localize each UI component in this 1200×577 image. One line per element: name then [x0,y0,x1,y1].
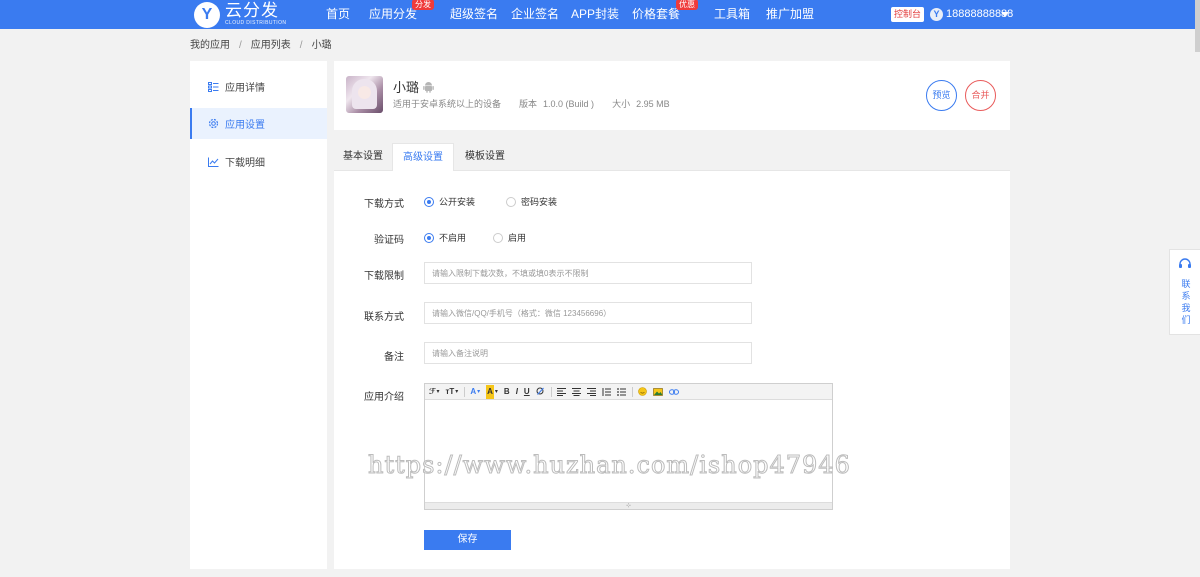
tab-template-settings[interactable]: 模板设置 [454,143,516,171]
text-color-button[interactable]: A ▾ [470,385,480,399]
chevron-down-icon[interactable] [1001,12,1009,17]
app-size-label: 大小 [612,99,631,109]
align-left-icon[interactable] [556,387,566,396]
sidebar-item-download-details[interactable]: 下载明细 [190,146,327,177]
clear-format-icon[interactable] [536,387,545,396]
brand-mark: Y [194,1,220,28]
contact-label: 联系方式 [364,312,404,323]
rich-text-editor: ℱ ▾ тT ▾ A ▾ A ▾ B I U ⊹ [424,383,833,510]
sidebar-item-app-details[interactable]: 应用详情 [190,71,327,102]
font-size-button[interactable]: тT ▾ [445,385,458,399]
nav-item-pricing[interactable]: 价格套餐 [632,0,680,29]
radio-captcha-enabled[interactable]: 启用 [493,231,526,244]
sidebar: 应用详情 应用设置 下载明细 [190,61,327,569]
merge-button[interactable]: 合并 [965,80,996,111]
radio-label: 启用 [508,233,527,243]
nav-item-super-signature[interactable]: 超级签名 [450,0,498,29]
app-icon [346,76,383,113]
emoji-icon[interactable] [637,387,647,396]
brand-subtitle: CLOUD DISTRIBUTION [225,20,287,26]
remark-label: 备注 [384,352,404,363]
app-version: 1.0.0 (Build ) [543,99,595,109]
advanced-settings-form: 下载方式 公开安装 密码安装 验证码 不启用 启用 下载限制 联系方式 备注 应… [334,171,1010,569]
contact-us-float[interactable]: 联系我们 [1169,249,1200,335]
sidebar-item-label: 下载明细 [225,158,265,169]
nav-item-toolbox[interactable]: 工具箱 [714,0,750,29]
app-version-label: 版本 [519,99,538,109]
radio-label: 公开安装 [439,197,476,207]
image-icon[interactable] [652,387,663,396]
unordered-list-icon[interactable] [616,387,626,396]
nav-item-affiliate[interactable]: 推广加盟 [766,0,814,29]
radio-captcha-disabled[interactable]: 不启用 [424,231,466,244]
editor-toolbar: ℱ ▾ тT ▾ A ▾ A ▾ B I U [425,384,832,400]
app-info-card: 小璐 适用于安卓系统以上的设备 版本 1.0.0 (Build ) 大小 2.95 MB… [334,61,1010,130]
user-avatar[interactable]: Y [930,8,943,21]
app-compatibility: 适用于安卓系统以上的设备 [393,99,502,109]
nav-item-app-distribution[interactable]: 应用分发 [369,0,417,29]
list-icon [208,81,219,92]
italic-button[interactable]: I [516,385,518,399]
underline-button[interactable]: U [524,385,530,399]
breadcrumb-app-list[interactable]: 应用列表 [251,40,291,51]
remark-input[interactable] [424,342,752,364]
radio-public-install[interactable]: 公开安装 [424,195,475,208]
contact-input[interactable] [424,302,752,324]
sidebar-item-label: 应用详情 [225,83,265,94]
tab-basic-settings[interactable]: 基本设置 [334,143,392,171]
console-button[interactable]: 控制台 [891,7,925,22]
app-meta: 适用于安卓系统以上的设备 版本 1.0.0 (Build ) 大小 2.95 MB [393,97,688,110]
app-name: 小璐 [393,80,420,95]
intro-label: 应用介绍 [364,392,404,403]
align-right-icon[interactable] [586,387,596,396]
tab-advanced-settings[interactable]: 高级设置 [392,143,454,172]
download-mode-label: 下载方式 [364,199,404,210]
radio-label: 不启用 [439,233,467,243]
radio-label: 密码安装 [521,197,558,207]
nav-item-app-packaging[interactable]: APP封装 [571,0,619,29]
nav-item-enterprise-signature[interactable]: 企业签名 [511,0,559,29]
nav-item-home[interactable]: 首页 [326,0,350,29]
sidebar-item-label: 应用设置 [225,120,265,131]
watermark: https://www.huzhan.com/ishop47946 [368,451,851,480]
breadcrumb-current: 小璐 [311,40,332,51]
breadcrumb-my-apps[interactable]: 我的应用 [190,40,230,51]
nav-badge-discount: 优惠 [676,0,698,10]
nav-badge-distribution: 分发 [412,0,434,10]
top-navbar: Y 云分发 CLOUD DISTRIBUTION 首页 应用分发 分发 超级签名… [0,0,1200,29]
brand-title: 云分发 [225,1,279,21]
page-scrollbar[interactable] [1195,0,1200,52]
bold-button[interactable]: B [504,385,510,399]
align-center-icon[interactable] [571,387,581,396]
radio-password-install[interactable]: 密码安装 [506,195,557,208]
save-button[interactable]: 保存 [424,530,511,550]
line-chart-icon [208,156,219,167]
download-limit-input[interactable] [424,262,752,284]
app-size: 2.95 MB [636,99,670,109]
android-icon [423,81,434,93]
highlight-button[interactable]: A ▾ [486,384,498,399]
ordered-list-icon[interactable] [602,387,611,396]
brand-logo[interactable]: Y 云分发 CLOUD DISTRIBUTION [194,0,286,29]
editor-resize-handle[interactable]: ⊹ [425,502,832,509]
gear-icon [208,118,219,129]
link-icon[interactable] [668,388,679,395]
download-limit-label: 下载限制 [364,271,404,282]
breadcrumb: 我的应用 / 应用列表 / 小璐 [190,40,332,51]
preview-button[interactable]: 预览 [926,80,957,111]
sidebar-item-app-settings[interactable]: 应用设置 [190,108,327,139]
contact-us-label: 联系我们 [1181,279,1191,325]
font-family-button[interactable]: ℱ ▾ [429,385,439,399]
headset-icon [1178,258,1192,273]
settings-tabs: 基本设置 高级设置 模板设置 [334,143,1010,172]
captcha-label: 验证码 [374,235,404,246]
